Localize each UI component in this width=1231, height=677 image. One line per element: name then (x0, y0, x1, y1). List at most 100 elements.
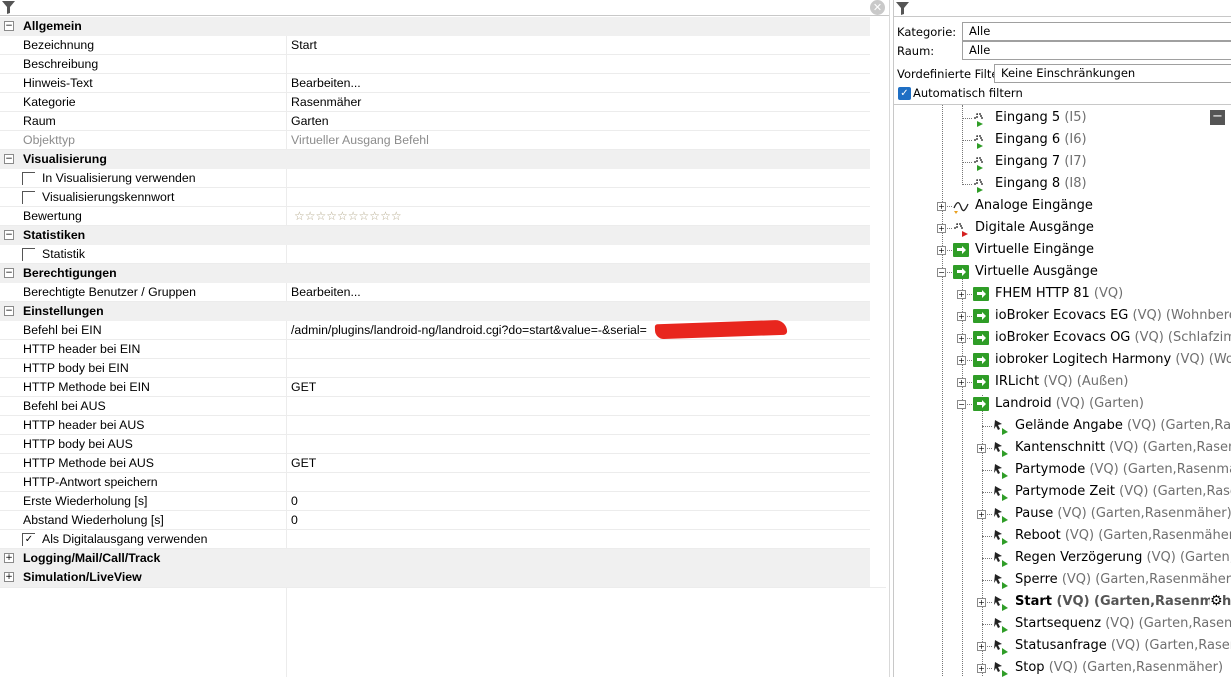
tree-item[interactable]: Stop (VQ) (Garten,Rasenmäher) (1015, 657, 1223, 677)
category-allgemein[interactable]: − Allgemein (0, 17, 870, 36)
tree-item[interactable]: Landroid (VQ) (Garten) (995, 393, 1144, 415)
property-row[interactable]: HTTP Methode bei AUS GET (0, 454, 870, 473)
property-row[interactable]: HTTP header bei EIN (0, 340, 870, 359)
tree-item[interactable]: Startsequenz (VQ) (Garten,Rasenm (1015, 613, 1231, 635)
expand-icon[interactable]: + (977, 510, 986, 519)
collapse-icon[interactable]: − (957, 400, 966, 409)
expand-icon[interactable]: + (957, 378, 966, 387)
property-checkbox[interactable] (22, 248, 35, 261)
property-row[interactable]: ✓ Als Digitalausgang verwenden (0, 530, 870, 549)
tree-item[interactable]: Virtuelle Ausgänge (975, 261, 1098, 283)
expand-icon[interactable]: + (977, 664, 986, 673)
expand-icon[interactable]: + (977, 444, 986, 453)
tree-item[interactable]: Eingang 8 (I8) (995, 173, 1087, 195)
property-row[interactable]: Berechtigte Benutzer / Gruppen Bearbeiten… (0, 283, 870, 302)
rating-stars[interactable]: ☆☆☆☆☆☆☆☆☆☆ (294, 210, 402, 223)
property-row[interactable]: Abstand Wiederholung [s] 0 (0, 511, 870, 530)
expand-icon[interactable]: + (957, 312, 966, 321)
property-value[interactable]: Start (291, 38, 866, 52)
property-value[interactable]: Virtueller Ausgang Befehl (291, 133, 866, 147)
property-value[interactable]: Bearbeiten... (291, 285, 866, 299)
category-visualisierung[interactable]: − Visualisierung (0, 150, 870, 169)
property-checkbox[interactable] (22, 172, 35, 185)
tree-item[interactable]: Virtuelle Eingänge (975, 239, 1094, 261)
category-statistiken[interactable]: − Statistiken (0, 226, 870, 245)
property-row[interactable]: Bewertung ☆☆☆☆☆☆☆☆☆☆ (0, 207, 870, 226)
property-checkbox[interactable] (22, 191, 35, 204)
collapse-icon[interactable]: − (4, 230, 14, 240)
clear-icon[interactable]: ✕ (870, 0, 885, 15)
tree-item[interactable]: ioBroker Ecovacs EG (VQ) (Wohnbereich (995, 305, 1231, 327)
expand-icon[interactable]: + (937, 246, 946, 255)
property-value[interactable]: Rasenmäher (291, 95, 866, 109)
property-row[interactable]: HTTP Methode bei EIN GET (0, 378, 870, 397)
property-row[interactable]: Objekttyp Virtueller Ausgang Befehl (0, 131, 870, 150)
property-value[interactable]: GET (291, 380, 866, 394)
tree-item[interactable]: Start (VQ) (Garten,Rasenmähe (1015, 591, 1231, 613)
property-row[interactable]: HTTP-Antwort speichern (0, 473, 870, 492)
predefined-filter-select[interactable]: Keine Einschränkungen (994, 64, 1231, 83)
room-filter-select[interactable]: Alle (962, 41, 1231, 60)
property-row[interactable]: Hinweis-Text Bearbeiten... (0, 74, 870, 93)
property-row[interactable]: Beschreibung (0, 55, 870, 74)
tree-item[interactable]: Eingang 5 (I5) (995, 107, 1087, 129)
expand-icon[interactable]: + (957, 334, 966, 343)
tree-item[interactable]: Kantenschnitt (VQ) (Garten,Rasenm (1015, 437, 1231, 459)
category-logging[interactable]: + Logging/Mail/Call/Track (0, 549, 870, 568)
collapse-icon[interactable]: − (937, 268, 946, 277)
tree-item[interactable]: Sperre (VQ) (Garten,Rasenmäher) (1015, 569, 1231, 591)
tree-item[interactable]: IRLicht (VQ) (Außen) (995, 371, 1128, 393)
property-row[interactable]: Bezeichnung Start (0, 36, 870, 55)
property-value[interactable]: 0 (291, 513, 866, 527)
tree-item[interactable]: Pause (VQ) (Garten,Rasenmäher) (1015, 503, 1231, 525)
property-row[interactable]: HTTP body bei EIN (0, 359, 870, 378)
property-row[interactable]: Kategorie Rasenmäher (0, 93, 870, 112)
property-row[interactable]: In Visualisierung verwenden (0, 169, 870, 188)
expand-icon[interactable]: + (957, 290, 966, 299)
expand-icon[interactable]: + (977, 642, 986, 651)
minus-icon[interactable]: − (1210, 110, 1225, 125)
property-value[interactable]: Garten (291, 114, 866, 128)
tree-item[interactable]: Eingang 6 (I6) (995, 129, 1087, 151)
property-value[interactable]: GET (291, 456, 866, 470)
collapse-icon[interactable]: − (4, 21, 14, 31)
collapse-icon[interactable]: − (4, 154, 14, 164)
tree-item[interactable]: iobroker Logitech Harmony (VQ) (Woh (995, 349, 1231, 371)
property-row[interactable]: HTTP body bei AUS (0, 435, 870, 454)
property-row[interactable]: Raum Garten (0, 112, 870, 131)
property-row[interactable]: HTTP header bei AUS (0, 416, 870, 435)
collapse-icon[interactable]: − (4, 268, 14, 278)
tree-item[interactable]: Partymode Zeit (VQ) (Garten,Rasen (1015, 481, 1231, 503)
filter-icon[interactable] (896, 2, 909, 15)
property-row[interactable]: Befehl bei AUS (0, 397, 870, 416)
property-value[interactable]: 0 (291, 494, 866, 508)
tree-item[interactable]: Analoge Eingänge (975, 195, 1093, 217)
property-value[interactable]: Bearbeiten... (291, 76, 866, 90)
category-einstellungen[interactable]: − Einstellungen (0, 302, 870, 321)
filter-icon[interactable] (2, 1, 15, 14)
expand-icon[interactable]: + (977, 598, 986, 607)
expand-icon[interactable]: + (957, 356, 966, 365)
auto-filter-checkbox[interactable]: ✓ (898, 87, 911, 100)
tree-item[interactable]: Regen Verzögerung (VQ) (Garten,R (1015, 547, 1231, 569)
expand-icon[interactable]: + (4, 553, 14, 563)
tree-item[interactable]: ioBroker Ecovacs OG (VQ) (Schlafzimm (995, 327, 1231, 349)
collapse-icon[interactable]: − (4, 306, 14, 316)
property-row[interactable]: Visualisierungskennwort (0, 188, 870, 207)
expand-icon[interactable]: + (937, 224, 946, 233)
category-berechtigungen[interactable]: − Berechtigungen (0, 264, 870, 283)
tree-item[interactable]: FHEM HTTP 81 (VQ) (995, 283, 1123, 305)
gear-icon[interactable]: ⚙ (1210, 593, 1223, 609)
expand-icon[interactable]: + (4, 572, 14, 582)
tree-item[interactable]: Gelände Angabe (VQ) (Garten,Rase (1015, 415, 1231, 437)
category-simulation[interactable]: + Simulation/LiveView (0, 568, 870, 587)
property-row[interactable]: Befehl bei EIN/admin/plugins/landroid-ng… (0, 319, 870, 340)
category-filter-select[interactable]: Alle (962, 22, 1231, 41)
tree-item[interactable]: Eingang 7 (I7) (995, 151, 1087, 173)
property-row[interactable]: Erste Wiederholung [s] 0 (0, 492, 870, 511)
tree-item[interactable]: Statusanfrage (VQ) (Garten,Rasenm (1015, 635, 1231, 657)
tree-item[interactable]: Reboot (VQ) (Garten,Rasenmäher) (1015, 525, 1231, 547)
expand-icon[interactable]: + (937, 202, 946, 211)
tree-item[interactable]: Digitale Ausgänge (975, 217, 1094, 239)
tree-item[interactable]: Partymode (VQ) (Garten,Rasenmäh (1015, 459, 1231, 481)
